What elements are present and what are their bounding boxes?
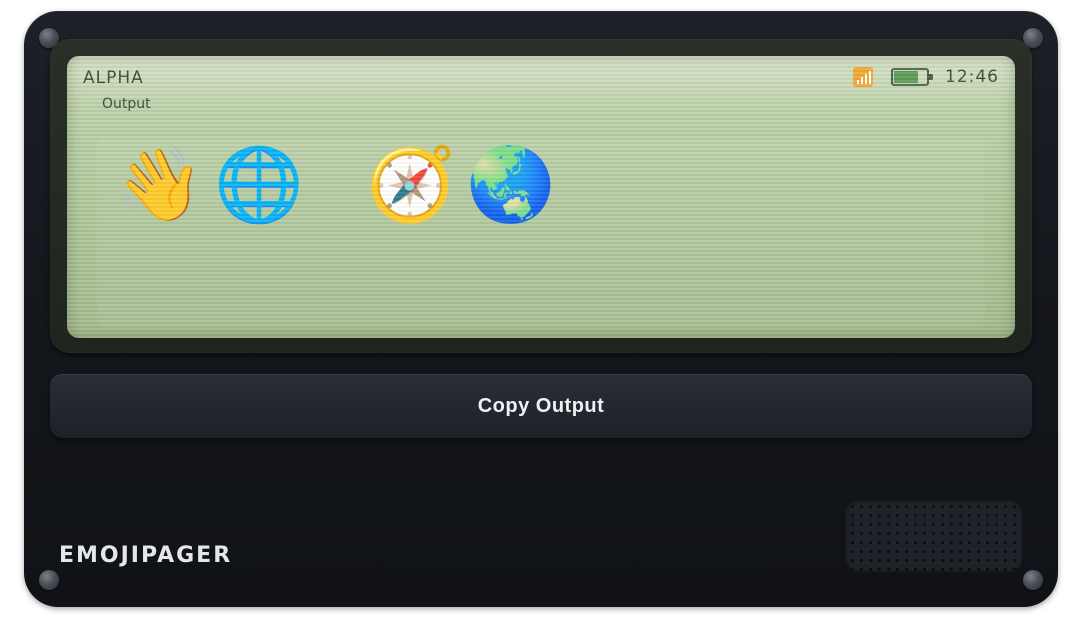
output-emoji: 🧭 xyxy=(366,142,456,226)
status-bar: 12:46 xyxy=(853,67,999,87)
speaker-grille xyxy=(845,499,1023,571)
clock: 12:46 xyxy=(945,67,999,87)
screen-bezel: ALPHA Output 12:46 👋 🌐 🧭 🌏 xyxy=(50,39,1032,353)
screw-bottom-left xyxy=(39,570,59,590)
copy-output-button[interactable]: Copy Output xyxy=(50,374,1032,438)
pager-device: ALPHA Output 12:46 👋 🌐 🧭 🌏 Copy Output E… xyxy=(24,11,1058,607)
output-emoji: 👋 xyxy=(114,142,204,226)
brand-logo: EMOJIPAGER xyxy=(59,543,233,568)
output-emoji: 🌐 xyxy=(214,142,304,226)
mode-label: ALPHA xyxy=(83,68,144,88)
battery-icon xyxy=(891,68,933,86)
lcd-screen: ALPHA Output 12:46 👋 🌐 🧭 🌏 xyxy=(67,56,1015,338)
signal-bars-icon xyxy=(853,67,873,87)
screw-bottom-right xyxy=(1023,570,1043,590)
output-label: Output xyxy=(102,96,151,112)
output-emoji: 🌏 xyxy=(466,142,556,226)
battery-level xyxy=(894,71,918,83)
